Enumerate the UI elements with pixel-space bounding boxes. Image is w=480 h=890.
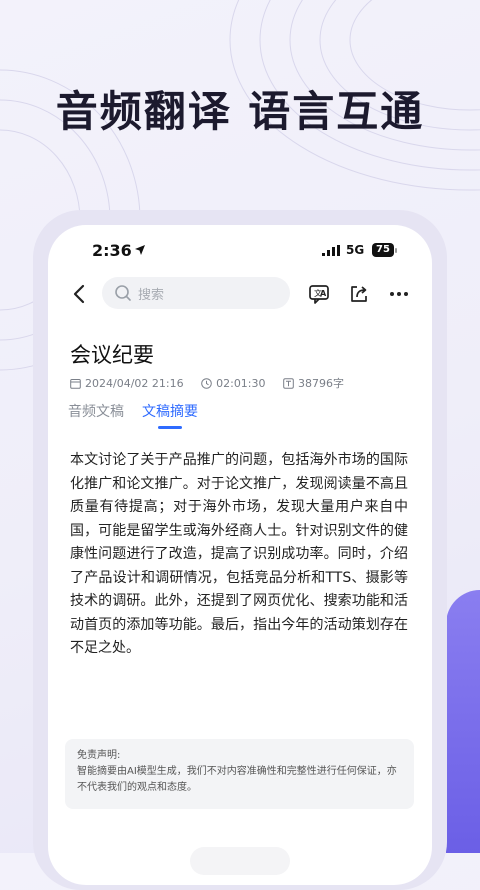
back-arrow-icon[interactable]: [70, 283, 90, 305]
svg-text:A: A: [320, 289, 327, 298]
more-icon[interactable]: [388, 283, 410, 305]
text-count-icon: [283, 377, 294, 389]
phone-screen: 2:36 5G 75 搜索 文 A 会议纪要 2024/04/02 21:16 …: [48, 225, 432, 885]
network-type: 5G: [346, 243, 365, 257]
promo-headline: 音频翻译 语言互通: [55, 87, 425, 136]
tab-audio-transcript[interactable]: 音频文稿: [68, 401, 124, 421]
share-icon[interactable]: [348, 283, 370, 305]
disclaimer-text: 智能摘要由AI模型生成，我们不对内容准确性和完整性进行任何保证，亦不代表我们的观…: [77, 766, 397, 793]
status-bar: 2:36 5G 75: [48, 239, 432, 263]
battery-tip: [395, 248, 397, 253]
document-word-count: 38796字: [298, 377, 345, 390]
translate-icon[interactable]: 文 A: [308, 283, 330, 305]
search-input[interactable]: 搜索: [102, 277, 290, 309]
signal-icon: [322, 245, 340, 256]
battery-indicator: 75: [372, 243, 394, 257]
location-arrow-icon: [135, 245, 145, 255]
tab-summary[interactable]: 文稿摘要: [142, 401, 198, 421]
active-tab-indicator: [158, 426, 182, 429]
document-duration: 02:01:30: [216, 376, 266, 390]
status-time: 2:36: [92, 241, 132, 260]
disclaimer-title: 免责声明:: [77, 750, 121, 761]
summary-text: 本文讨论了关于产品推广的问题，包括海外市场的国际化推广和论文推广。对于论文推广，…: [70, 452, 408, 656]
clock-icon: [201, 377, 212, 389]
document-date: 2024/04/02 21:16: [85, 376, 184, 390]
top-toolbar: 搜索 文 A: [48, 277, 432, 311]
document-title: 会议纪要: [70, 343, 154, 367]
side-accent-shape: [446, 590, 480, 853]
document-meta: 2024/04/02 21:16 02:01:30 38796字: [70, 375, 358, 392]
calendar-icon: [70, 378, 81, 389]
bottom-pill: [190, 847, 290, 875]
disclaimer-box: 免责声明: 智能摘要由AI模型生成，我们不对内容准确性和完整性进行任何保证，亦不…: [65, 739, 414, 809]
search-placeholder: 搜索: [138, 288, 165, 303]
search-icon: [115, 285, 131, 301]
